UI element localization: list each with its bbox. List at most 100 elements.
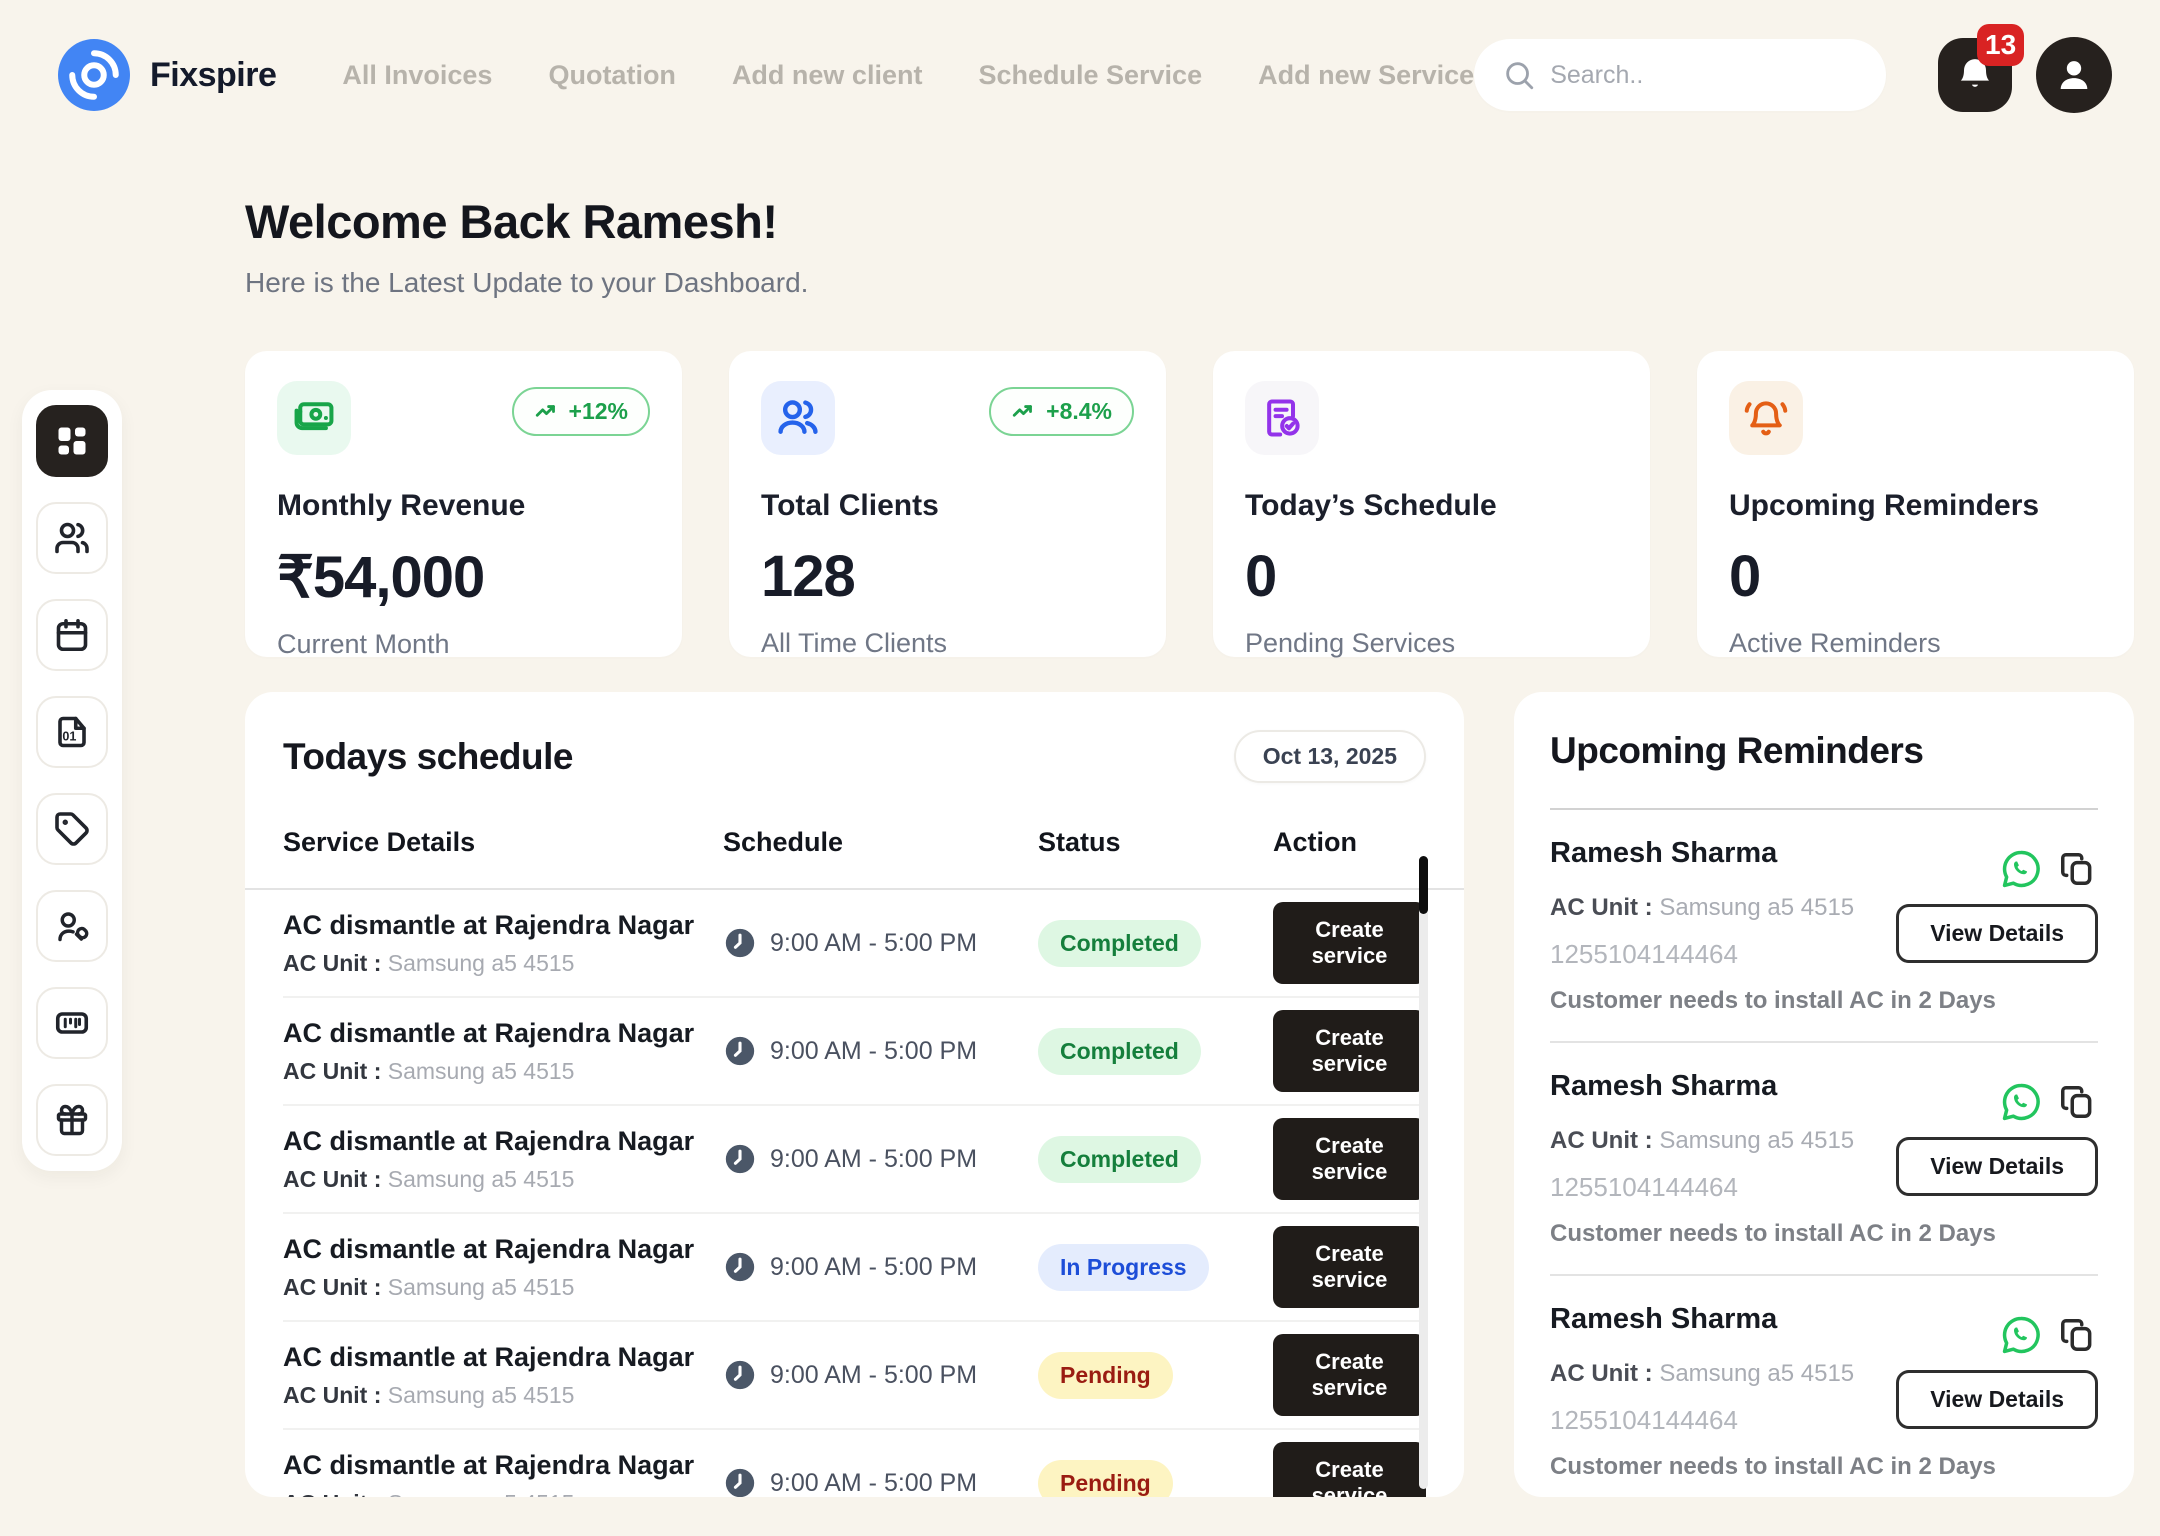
- bottom-panels: Todays schedule Oct 13, 2025 Service Det…: [245, 692, 2134, 1497]
- sidebar-item-rewards[interactable]: [36, 1084, 108, 1156]
- users-icon: [761, 381, 835, 455]
- status-badge: Completed: [1038, 1028, 1201, 1075]
- reminder-note: Customer needs to install AC in 2 Days: [1550, 1453, 2098, 1481]
- banknote-icon: [277, 381, 351, 455]
- sidebar-item-pricing[interactable]: [36, 793, 108, 865]
- table-row: AC dismantle at Rajendra Nagar AC Unit :…: [283, 890, 1426, 998]
- copy-icon[interactable]: [2058, 1083, 2096, 1121]
- fixspire-logo-icon: [58, 39, 130, 111]
- whatsapp-icon[interactable]: [2000, 1314, 2042, 1356]
- copy-icon[interactable]: [2058, 1316, 2096, 1354]
- unit-label: AC Unit :: [283, 1490, 381, 1498]
- unit-value: Samsung a5 4515: [388, 1382, 575, 1408]
- search-icon: [1502, 58, 1536, 92]
- header-actions: 13: [1938, 37, 2112, 113]
- unit-label: AC Unit :: [283, 1058, 381, 1084]
- unit-label: AC Unit :: [283, 1166, 381, 1192]
- service-title: AC dismantle at Rajendra Nagar: [283, 1342, 723, 1373]
- page-subtitle: Here is the Latest Update to your Dashbo…: [245, 267, 2134, 299]
- create-service-button[interactable]: Create service: [1273, 1010, 1426, 1092]
- unit-label: AC Unit :: [283, 1274, 381, 1300]
- unit-value: Samsung a5 4515: [388, 1058, 575, 1084]
- clients-icon: [54, 520, 90, 556]
- table-row: AC dismantle at Rajendra Nagar AC Unit :…: [283, 1322, 1426, 1430]
- col-service-details: Service Details: [283, 827, 723, 858]
- stat-title: Monthly Revenue: [277, 489, 650, 523]
- search-bar[interactable]: [1474, 39, 1886, 111]
- service-title: AC dismantle at Rajendra Nagar: [283, 1450, 723, 1481]
- sidebar-item-clients[interactable]: [36, 502, 108, 574]
- stat-card-todays-schedule: Today’s Schedule 0 Pending Services: [1213, 351, 1650, 657]
- stat-card-total-clients: +8.4% Total Clients 128 All Time Clients: [729, 351, 1166, 657]
- trend-up-icon: [534, 399, 560, 425]
- search-input[interactable]: [1550, 61, 1872, 90]
- whatsapp-icon[interactable]: [2000, 848, 2042, 890]
- stat-value: 0: [1245, 543, 1618, 610]
- nav-schedule-service[interactable]: Schedule Service: [978, 60, 1202, 91]
- create-service-button[interactable]: Create service: [1273, 1118, 1426, 1200]
- clock-icon: [723, 1142, 757, 1176]
- notifications-button[interactable]: 13: [1938, 38, 2012, 112]
- unit-value: Samsung a5 4515: [388, 1274, 575, 1300]
- col-status: Status: [1038, 827, 1273, 858]
- status-badge: Completed: [1038, 1136, 1201, 1183]
- nav-add-new-client[interactable]: Add new client: [732, 60, 923, 91]
- unit-value: Samsung a5 4515: [388, 1490, 575, 1498]
- sidebar-item-dashboard[interactable]: [36, 405, 108, 477]
- status-badge: Pending: [1038, 1460, 1173, 1498]
- service-title: AC dismantle at Rajendra Nagar: [283, 1018, 723, 1049]
- top-header: Fixspire All Invoices Quotation Add new …: [0, 0, 2160, 150]
- clients-trend-badge: +8.4%: [989, 387, 1134, 436]
- time-range: 9:00 AM - 5:00 PM: [770, 1037, 977, 1066]
- nav-quotation[interactable]: Quotation: [548, 60, 675, 91]
- gift-icon: [54, 1102, 90, 1138]
- service-title: AC dismantle at Rajendra Nagar: [283, 910, 723, 941]
- tag-icon: [54, 811, 90, 847]
- brand: Fixspire: [58, 39, 276, 111]
- create-service-button[interactable]: Create service: [1273, 1442, 1426, 1497]
- invoice-icon: 01: [54, 714, 90, 750]
- create-service-button[interactable]: Create service: [1273, 1334, 1426, 1416]
- clock-icon: [723, 1034, 757, 1068]
- clock-icon: [723, 1250, 757, 1284]
- user-icon: [2053, 54, 2095, 96]
- bell-ring-icon: [1729, 381, 1803, 455]
- sidebar-item-calendar[interactable]: [36, 599, 108, 671]
- view-details-button[interactable]: View Details: [1896, 1137, 2098, 1196]
- table-row: AC dismantle at Rajendra Nagar AC Unit :…: [283, 1430, 1426, 1497]
- reminder-note: Customer needs to install AC in 2 Days: [1550, 987, 2098, 1015]
- badge-value: +12%: [569, 398, 628, 425]
- unit-value: Samsung a5 4515: [1659, 894, 1854, 921]
- nav-add-new-service[interactable]: Add new Service: [1258, 60, 1474, 91]
- status-badge: In Progress: [1038, 1244, 1209, 1291]
- unit-value: Samsung a5 4515: [388, 1166, 575, 1192]
- main-nav: All Invoices Quotation Add new client Sc…: [342, 60, 1474, 91]
- nav-all-invoices[interactable]: All Invoices: [342, 60, 492, 91]
- stat-value: 128: [761, 543, 1134, 610]
- copy-icon[interactable]: [2058, 850, 2096, 888]
- table-scrollbar-track: [1419, 856, 1428, 1489]
- stat-caption: Current Month: [277, 629, 650, 660]
- stat-card-monthly-revenue: +12% Monthly Revenue ₹54,000 Current Mon…: [245, 351, 682, 657]
- unit-label: AC Unit :: [1550, 1360, 1653, 1387]
- svg-text:01: 01: [62, 729, 76, 743]
- whatsapp-icon[interactable]: [2000, 1081, 2042, 1123]
- sidebar-item-barcode[interactable]: [36, 987, 108, 1059]
- clock-icon: [723, 1358, 757, 1392]
- list-item: Ramesh Sharma AC Unit : Samsung a5 4515 …: [1550, 810, 2098, 1043]
- time-range: 9:00 AM - 5:00 PM: [770, 1361, 977, 1390]
- create-service-button[interactable]: Create service: [1273, 1226, 1426, 1308]
- sidebar-item-technicians[interactable]: [36, 890, 108, 962]
- view-details-button[interactable]: View Details: [1896, 1370, 2098, 1429]
- sidebar-item-invoices[interactable]: 01: [36, 696, 108, 768]
- schedule-rows: AC dismantle at Rajendra Nagar AC Unit :…: [283, 890, 1426, 1497]
- col-action: Action: [1273, 827, 1426, 858]
- service-title: AC dismantle at Rajendra Nagar: [283, 1234, 723, 1265]
- table-row: AC dismantle at Rajendra Nagar AC Unit :…: [283, 1214, 1426, 1322]
- table-scrollbar-thumb[interactable]: [1419, 856, 1428, 914]
- date-chip[interactable]: Oct 13, 2025: [1234, 730, 1426, 783]
- profile-avatar[interactable]: [2036, 37, 2112, 113]
- create-service-button[interactable]: Create service: [1273, 902, 1426, 984]
- schedule-panel-title: Todays schedule: [283, 736, 573, 778]
- view-details-button[interactable]: View Details: [1896, 904, 2098, 963]
